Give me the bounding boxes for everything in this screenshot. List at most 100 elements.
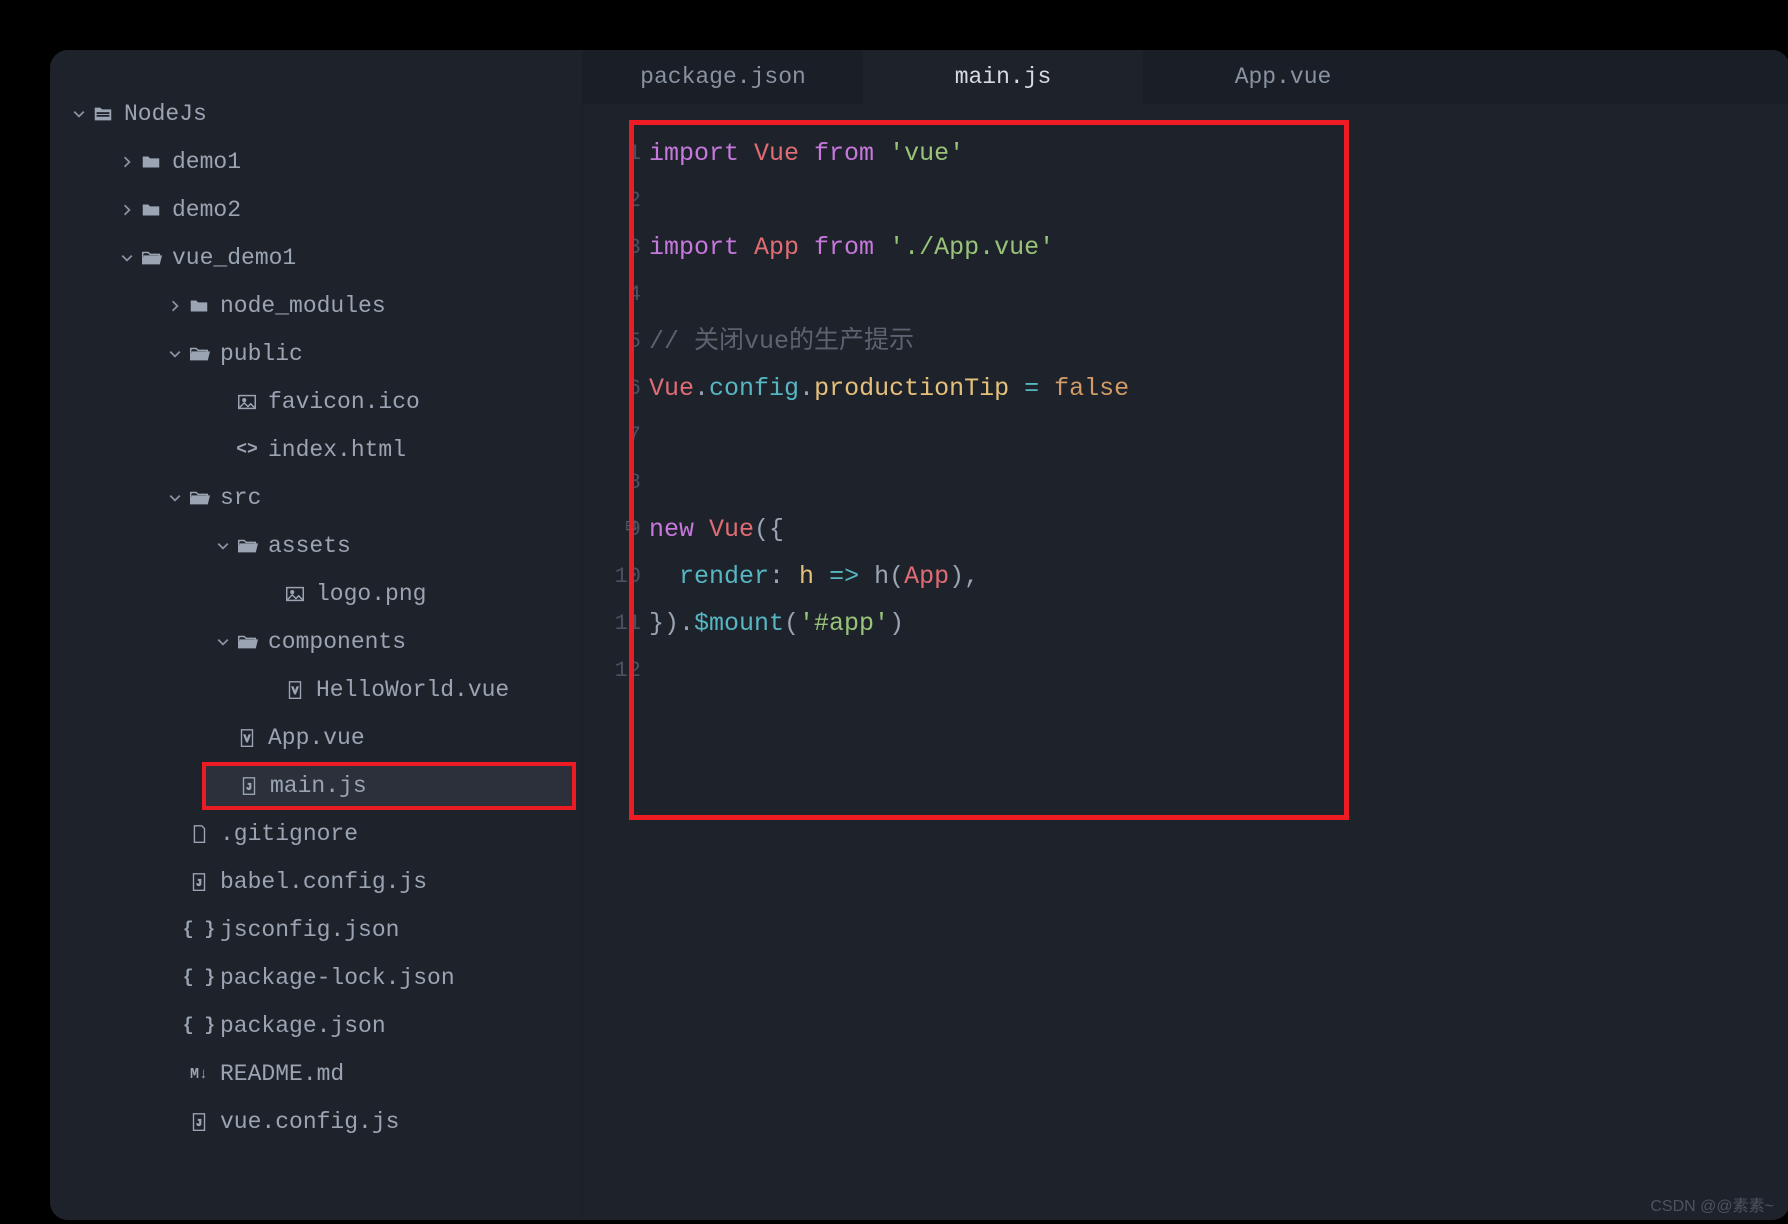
tree-row-src[interactable]: src [50, 474, 582, 522]
vue-icon: V [282, 679, 308, 701]
json-icon: { } [186, 968, 212, 988]
folder-root-icon [90, 103, 116, 125]
tree-row-favicon-ico[interactable]: favicon.ico [50, 378, 582, 426]
tree-item-label: assets [268, 533, 351, 559]
tree-item-label: babel.config.js [220, 869, 427, 895]
md-icon: M↓ [186, 1066, 212, 1083]
chevron-down-icon[interactable] [212, 540, 234, 552]
tree-item-label: logo.png [316, 581, 426, 607]
tree-row-package-lock-json[interactable]: { } package-lock.json [50, 954, 582, 1002]
code-line[interactable]: Vue.config.productionTip = false [649, 365, 1129, 412]
tree-item-label: HelloWorld.vue [316, 677, 509, 703]
line-number: 2 [583, 177, 641, 224]
tree-row-demo1[interactable]: demo1 [50, 138, 582, 186]
chevron-down-icon[interactable] [164, 348, 186, 360]
tree-item-label: NodeJs [124, 101, 207, 127]
tree-item-label: favicon.ico [268, 389, 420, 415]
line-number: 4 [583, 271, 641, 318]
fold-icon[interactable]: ⊟ [625, 518, 637, 535]
tree-row-helloworld-vue[interactable]: V HelloWorld.vue [50, 666, 582, 714]
tree-row-vue-demo1[interactable]: vue_demo1 [50, 234, 582, 282]
tree-row-logo-png[interactable]: logo.png [50, 570, 582, 618]
svg-text:V: V [244, 735, 250, 746]
tree-row--gitignore[interactable]: .gitignore [50, 810, 582, 858]
code-line[interactable]: new Vue({ [649, 506, 1129, 553]
tree-item-label: package-lock.json [220, 965, 455, 991]
ide-window: NodeJs demo1 demo2 vue_demo1 node_modulespub… [50, 50, 1788, 1220]
tree-item-label: vue_demo1 [172, 245, 296, 271]
editor-area: package.jsonmain.jsApp.vue 1234567891011… [583, 50, 1788, 1220]
tab-app-vue[interactable]: App.vue [1143, 50, 1423, 104]
tab-package-json[interactable]: package.json [583, 50, 863, 104]
tree-item-label: main.js [270, 773, 367, 799]
tree-row-components[interactable]: components [50, 618, 582, 666]
tree-row-node-modules[interactable]: node_modules [50, 282, 582, 330]
folder-open-icon [234, 631, 260, 653]
tab-bar: package.jsonmain.jsApp.vue [583, 50, 1788, 104]
chevron-down-icon[interactable] [164, 492, 186, 504]
code-line[interactable] [649, 412, 1129, 459]
image-icon [234, 391, 260, 413]
code-line[interactable]: import App from './App.vue' [649, 224, 1129, 271]
line-number: 12 [583, 647, 641, 694]
line-number: 6 [583, 365, 641, 412]
code-line[interactable] [649, 459, 1129, 506]
folder-icon [186, 295, 212, 317]
vue-icon: V [234, 727, 260, 749]
folder-open-icon [186, 343, 212, 365]
line-number: 1 [583, 130, 641, 177]
tree-row-nodejs[interactable]: NodeJs [50, 90, 582, 138]
folder-icon [138, 151, 164, 173]
file-explorer[interactable]: NodeJs demo1 demo2 vue_demo1 node_modulespub… [50, 50, 583, 1220]
line-number: 11 [583, 600, 641, 647]
chevron-down-icon[interactable] [116, 252, 138, 264]
folder-open-icon [234, 535, 260, 557]
chevron-right-icon[interactable] [116, 204, 138, 216]
svg-text:J: J [196, 878, 202, 889]
tree-item-label: README.md [220, 1061, 344, 1087]
tree-row-index-html[interactable]: <>index.html [50, 426, 582, 474]
tab-main-js[interactable]: main.js [863, 50, 1143, 104]
tree-row-main-js[interactable]: Jmain.js [202, 762, 576, 810]
line-number-gutter: 123456789101112 [583, 130, 641, 694]
tree-row-demo2[interactable]: demo2 [50, 186, 582, 234]
code-line[interactable] [649, 647, 1129, 694]
tree-row-public[interactable]: public [50, 330, 582, 378]
code-line[interactable] [649, 177, 1129, 224]
line-number: 5 [583, 318, 641, 365]
tree-row-jsconfig-json[interactable]: { }jsconfig.json [50, 906, 582, 954]
tree-item-label: node_modules [220, 293, 386, 319]
chevron-right-icon[interactable] [116, 156, 138, 168]
line-number: 10 [583, 553, 641, 600]
tree-item-label: .gitignore [220, 821, 358, 847]
tree-row-babel-config-js[interactable]: Jbabel.config.js [50, 858, 582, 906]
chevron-down-icon[interactable] [212, 636, 234, 648]
tree-item-label: package.json [220, 1013, 386, 1039]
tree-row-assets[interactable]: assets [50, 522, 582, 570]
code-editor[interactable]: 123456789101112 ⊟ import Vue from 'vue' … [583, 104, 1788, 1220]
code-icon: <> [234, 440, 260, 460]
tree-item-label: vue.config.js [220, 1109, 399, 1135]
tree-row-vue-config-js[interactable]: Jvue.config.js [50, 1098, 582, 1146]
json-icon: { } [186, 920, 212, 940]
tree-item-label: demo2 [172, 197, 241, 223]
tree-row-readme-md[interactable]: M↓ README.md [50, 1050, 582, 1098]
file-icon [186, 823, 212, 845]
js-icon: J [186, 1111, 212, 1133]
chevron-down-icon[interactable] [68, 108, 90, 120]
folder-open-icon [138, 247, 164, 269]
tree-row-app-vue[interactable]: V App.vue [50, 714, 582, 762]
tree-row-package-json[interactable]: { }package.json [50, 1002, 582, 1050]
code-line[interactable]: render: h => h(App), [649, 553, 1129, 600]
code-content[interactable]: import Vue from 'vue' import App from '.… [649, 130, 1129, 694]
chevron-right-icon[interactable] [164, 300, 186, 312]
code-line[interactable] [649, 271, 1129, 318]
code-line[interactable]: }).$mount('#app') [649, 600, 1129, 647]
tree-item-label: App.vue [268, 725, 365, 751]
code-line[interactable]: // 关闭vue的生产提示 [649, 318, 1129, 365]
watermark: CSDN @@素素~ [1650, 1192, 1774, 1216]
svg-text:V: V [292, 687, 298, 698]
folder-open-icon [186, 487, 212, 509]
line-number: 7 [583, 412, 641, 459]
code-line[interactable]: import Vue from 'vue' [649, 130, 1129, 177]
